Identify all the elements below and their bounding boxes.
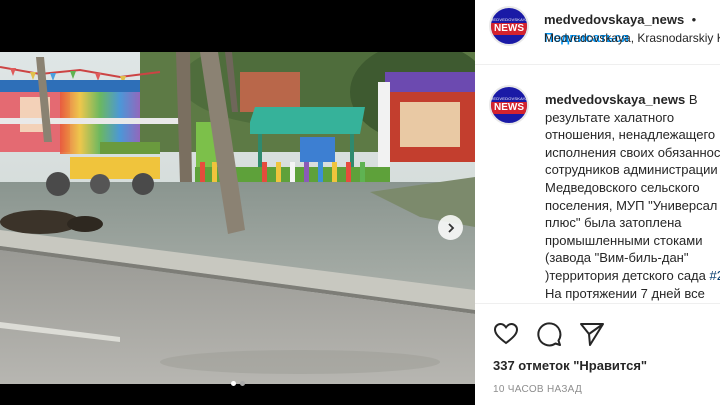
next-photo-button[interactable] — [438, 215, 463, 240]
avatar-caption: MEDVEDOVSKAYA — [489, 17, 529, 22]
likes-count[interactable]: 337 отметок "Нравится" — [493, 358, 647, 373]
share-icon[interactable] — [579, 321, 605, 347]
media-viewer — [0, 0, 475, 405]
avatar[interactable]: MEDVEDOVSKAYA NEWS — [489, 6, 529, 46]
post-header: MEDVEDOVSKAYA NEWS medvedovskaya_news • … — [475, 0, 720, 65]
heart-icon[interactable] — [493, 321, 519, 347]
separator: • — [691, 12, 697, 27]
avatar-brand: NEWS — [491, 102, 527, 114]
avatar-caption: MEDVEDOVSKAYA — [489, 96, 529, 101]
caption-avatar[interactable]: MEDVEDOVSKAYA NEWS — [489, 85, 529, 125]
flooded-playground-image — [0, 52, 475, 384]
caption-text: В результате халатного отношения, ненадл… — [545, 92, 720, 283]
carousel-dot — [230, 381, 236, 386]
avatar-brand: NEWS — [491, 23, 527, 35]
post-photo — [0, 52, 475, 384]
caption-hashtag[interactable]: #21 — [709, 268, 720, 283]
caption-username[interactable]: medvedovskaya_news — [545, 92, 685, 107]
post-actions: 337 отметок "Нравится" 10 ЧАСОВ НАЗАД — [475, 303, 720, 405]
chevron-right-icon — [447, 222, 454, 233]
post-caption: medvedovskaya_news В результате халатног… — [545, 91, 720, 303]
post-sidebar: MEDVEDOVSKAYA NEWS medvedovskaya_news • … — [475, 0, 720, 405]
carousel-indicator — [0, 381, 475, 386]
post-timestamp[interactable]: 10 ЧАСОВ НАЗАД — [493, 384, 582, 395]
post-location[interactable]: Medvedovskaya, Krasnodarskiy Kray — [544, 31, 720, 45]
post-username[interactable]: medvedovskaya_news — [544, 12, 684, 27]
comments-area: MEDVEDOVSKAYA NEWS medvedovskaya_news В … — [475, 85, 720, 303]
carousel-dot — [239, 381, 245, 386]
comment-icon[interactable] — [536, 321, 562, 347]
